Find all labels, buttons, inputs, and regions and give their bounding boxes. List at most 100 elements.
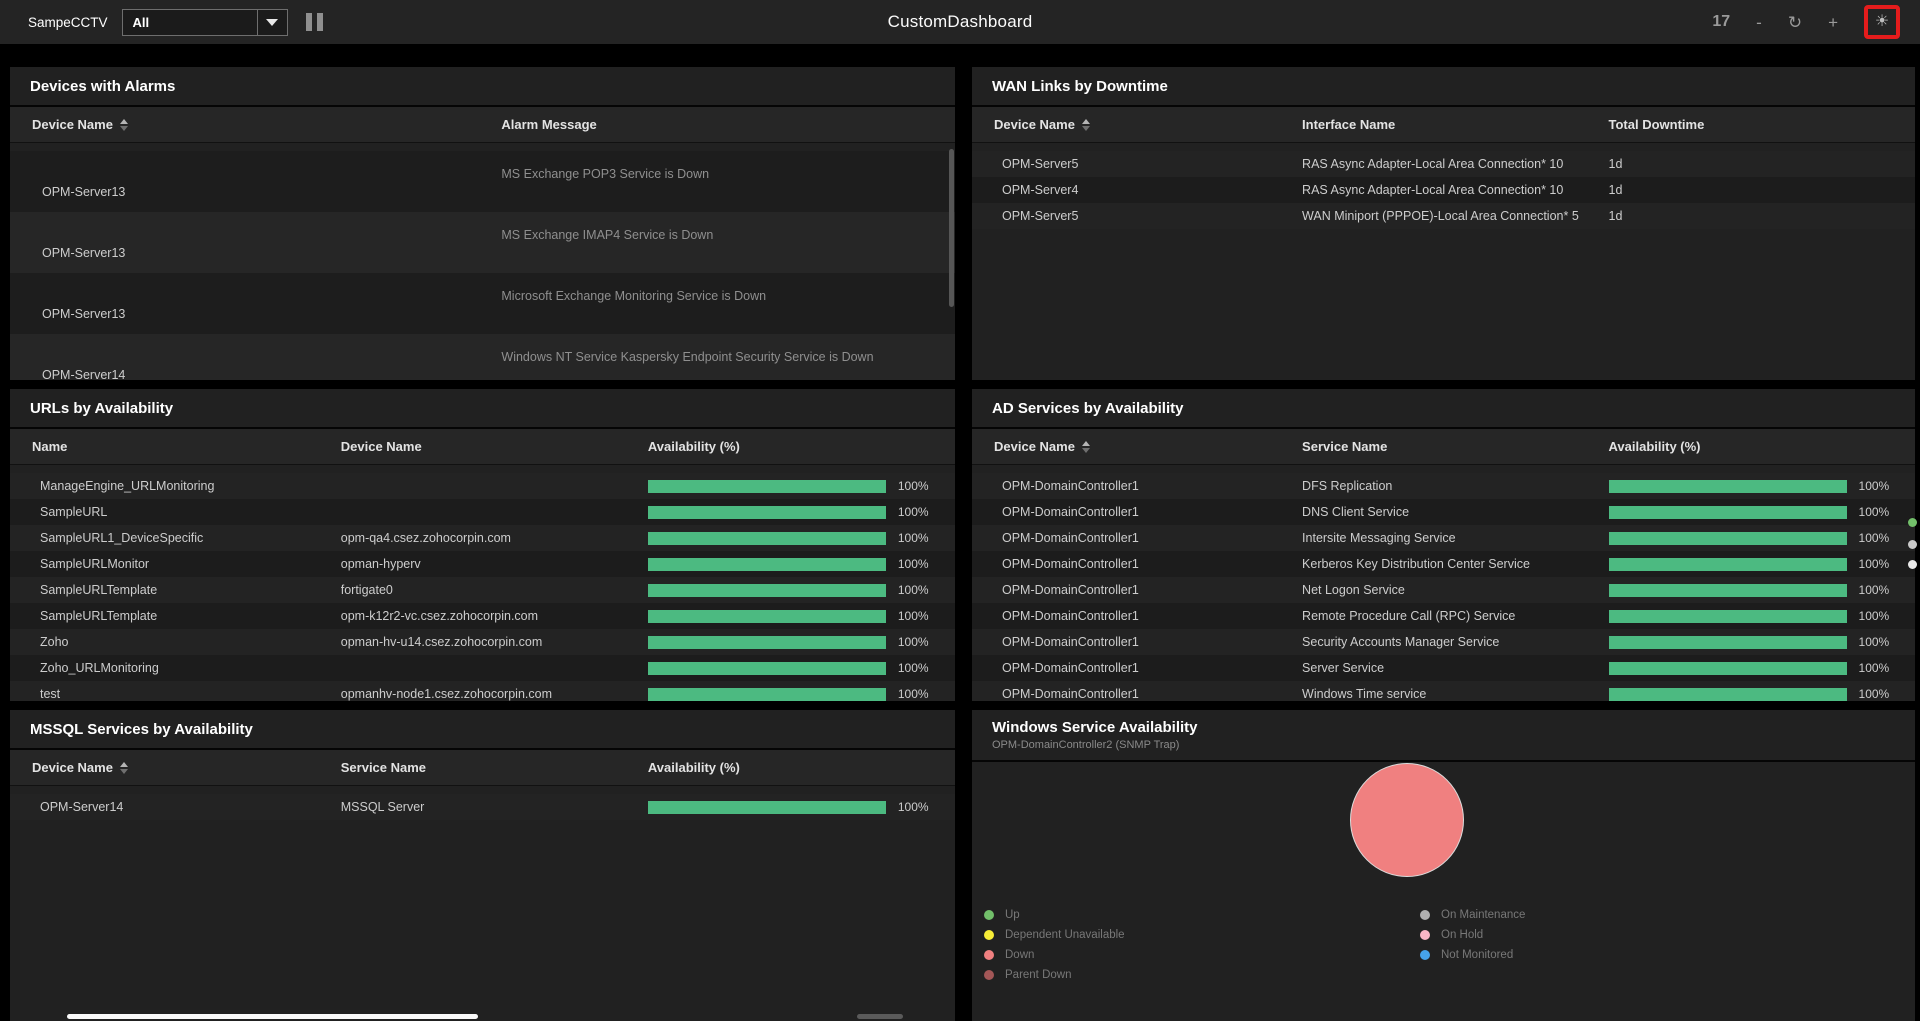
- device-name: OPM-Server5: [972, 209, 1302, 223]
- table-row[interactable]: SampleURL 100%: [10, 499, 955, 525]
- column-header-alarm-message[interactable]: Alarm Message: [501, 117, 955, 132]
- table-row[interactable]: OPM-DomainController1 Net Logon Service …: [972, 577, 1915, 603]
- table-row[interactable]: OPM-Server5 WAN Miniport (PPPOE)-Local A…: [972, 203, 1915, 229]
- table-row[interactable]: test opmanhv-node1.csez.zohocorpin.com 1…: [10, 681, 955, 701]
- table-row[interactable]: OPM-Server13 Microsoft Exchange Monitori…: [10, 273, 955, 334]
- legend-label: Not Monitored: [1441, 949, 1513, 961]
- pie-chart-down-slice[interactable]: [1350, 763, 1464, 877]
- table-row[interactable]: OPM-DomainController1 Server Service 100…: [972, 655, 1915, 681]
- device-name: OPM-DomainController1: [972, 687, 1302, 701]
- service-name: Remote Procedure Call (RPC) Service: [1302, 609, 1608, 623]
- availability-value: 100%: [1859, 505, 1890, 519]
- availability-bar: [648, 532, 886, 545]
- availability-cell: 100%: [648, 635, 955, 649]
- column-header-total-downtime[interactable]: Total Downtime: [1609, 117, 1915, 132]
- table-row[interactable]: ManageEngine_URLMonitoring 100%: [10, 473, 955, 499]
- panel-title: WAN Links by Downtime: [992, 78, 1915, 95]
- column-header-device-name[interactable]: Device Name: [972, 439, 1302, 454]
- table-row[interactable]: OPM-Server5 RAS Async Adapter-Local Area…: [972, 151, 1915, 177]
- device-name: OPM-Server13: [10, 273, 501, 334]
- edge-indicator-dot-green: [1908, 518, 1917, 527]
- legend-item: Parent Down: [984, 965, 1125, 985]
- device-name: OPM-DomainController1: [972, 583, 1302, 597]
- panel-title: Devices with Alarms: [30, 78, 955, 95]
- availability-cell: 100%: [1609, 687, 1915, 701]
- url-name: SampleURL1_DeviceSpecific: [10, 531, 341, 545]
- table-row[interactable]: Zoho opman-hv-u14.csez.zohocorpin.com 10…: [10, 629, 955, 655]
- availability-bar: [648, 662, 886, 675]
- service-name: Server Service: [1302, 661, 1608, 675]
- panel-urls-by-availability: URLs by Availability Name Device Name Av…: [10, 389, 955, 701]
- legend-dot: [984, 970, 994, 980]
- service-name: Intersite Messaging Service: [1302, 531, 1608, 545]
- availability-cell: 100%: [648, 557, 955, 571]
- pause-icon[interactable]: [306, 13, 323, 31]
- legend-label: Down: [1005, 949, 1034, 961]
- column-header-device-name[interactable]: Device Name: [10, 117, 501, 132]
- table-row[interactable]: OPM-Server4 RAS Async Adapter-Local Area…: [972, 177, 1915, 203]
- table-row[interactable]: OPM-Server13 MS Exchange POP3 Service is…: [10, 151, 955, 212]
- table-row[interactable]: OPM-Server13 MS Exchange IMAP4 Service i…: [10, 212, 955, 273]
- horizontal-scrollbar[interactable]: [67, 1014, 478, 1019]
- column-header-interface-name[interactable]: Interface Name: [1302, 117, 1608, 132]
- device-name: OPM-DomainController1: [972, 479, 1302, 493]
- table-row[interactable]: OPM-DomainController1 Intersite Messagin…: [972, 525, 1915, 551]
- column-header-device-name[interactable]: Device Name: [972, 117, 1302, 132]
- availability-cell: 100%: [1609, 583, 1915, 597]
- chevron-down-icon[interactable]: [257, 10, 287, 35]
- column-header-device-name[interactable]: Device Name: [341, 439, 648, 454]
- table-row[interactable]: OPM-DomainController1 Windows Time servi…: [972, 681, 1915, 701]
- column-header-device-name[interactable]: Device Name: [10, 760, 341, 775]
- interface-name: RAS Async Adapter-Local Area Connection*…: [1302, 183, 1608, 197]
- table-row[interactable]: OPM-DomainController1 DNS Client Service…: [972, 499, 1915, 525]
- filter-select[interactable]: All: [122, 9, 288, 36]
- column-header-name[interactable]: Name: [10, 439, 341, 454]
- availability-value: 100%: [898, 479, 929, 493]
- table-row[interactable]: OPM-DomainController1 Kerberos Key Distr…: [972, 551, 1915, 577]
- url-name: test: [10, 687, 341, 701]
- table-row[interactable]: SampleURLTemplate fortigate0 100%: [10, 577, 955, 603]
- alarm-message: Microsoft Exchange Monitoring Service is…: [501, 273, 955, 334]
- table-row[interactable]: OPM-DomainController1 DFS Replication 10…: [972, 473, 1915, 499]
- legend-item: On Maintenance: [1420, 905, 1525, 925]
- horizontal-scrollbar-secondary[interactable]: [857, 1014, 903, 1019]
- table-row[interactable]: SampleURLTemplate opm-k12r2-vc.csez.zoho…: [10, 603, 955, 629]
- column-header-service-name[interactable]: Service Name: [1302, 439, 1608, 454]
- device-name: opm-k12r2-vc.csez.zohocorpin.com: [341, 609, 648, 623]
- table-row[interactable]: OPM-DomainController1 Remote Procedure C…: [972, 603, 1915, 629]
- column-header-service-name[interactable]: Service Name: [341, 760, 648, 775]
- availability-bar: [1609, 506, 1847, 519]
- column-header-availability[interactable]: Availability (%): [1609, 439, 1915, 454]
- zoom-in-button[interactable]: +: [1828, 14, 1838, 31]
- table-row[interactable]: OPM-DomainController1 Security Accounts …: [972, 629, 1915, 655]
- column-header-availability[interactable]: Availability (%): [648, 760, 955, 775]
- device-name: OPM-DomainController1: [972, 635, 1302, 649]
- availability-bar: [648, 610, 886, 623]
- annotation-highlight-box[interactable]: ☀: [1864, 5, 1900, 39]
- url-name: Zoho: [10, 635, 341, 649]
- availability-bar: [648, 636, 886, 649]
- legend-label: On Maintenance: [1441, 909, 1525, 921]
- table-row[interactable]: SampleURL1_DeviceSpecific opm-qa4.csez.z…: [10, 525, 955, 551]
- table-row[interactable]: OPM-Server14 Windows NT Service Kaspersk…: [10, 334, 955, 380]
- availability-cell: 100%: [1609, 661, 1915, 675]
- availability-bar: [648, 584, 886, 597]
- device-name: OPM-DomainController1: [972, 505, 1302, 519]
- device-name: OPM-Server14: [10, 800, 341, 814]
- table-row[interactable]: Zoho_URLMonitoring 100%: [10, 655, 955, 681]
- table-row[interactable]: SampleURLMonitor opman-hyperv 100%: [10, 551, 955, 577]
- availability-cell: 100%: [648, 609, 955, 623]
- availability-value: 100%: [1859, 583, 1890, 597]
- legend-label: Dependent Unavailable: [1005, 929, 1125, 941]
- panel-title: Windows Service Availability: [992, 719, 1915, 736]
- column-header-availability[interactable]: Availability (%): [648, 439, 955, 454]
- panel-windows-service-availability: Windows Service Availability OPM-DomainC…: [972, 710, 1915, 1021]
- refresh-icon[interactable]: ↻: [1788, 14, 1802, 31]
- table-row[interactable]: OPM-Server14 MSSQL Server 100%: [10, 794, 955, 820]
- availability-value: 100%: [898, 687, 929, 701]
- device-name: OPM-Server13: [10, 212, 501, 273]
- availability-cell: 100%: [1609, 505, 1915, 519]
- zoom-out-button[interactable]: -: [1756, 14, 1762, 31]
- vertical-scrollbar[interactable]: [949, 149, 954, 307]
- brightness-icon[interactable]: ☀: [1875, 14, 1889, 30]
